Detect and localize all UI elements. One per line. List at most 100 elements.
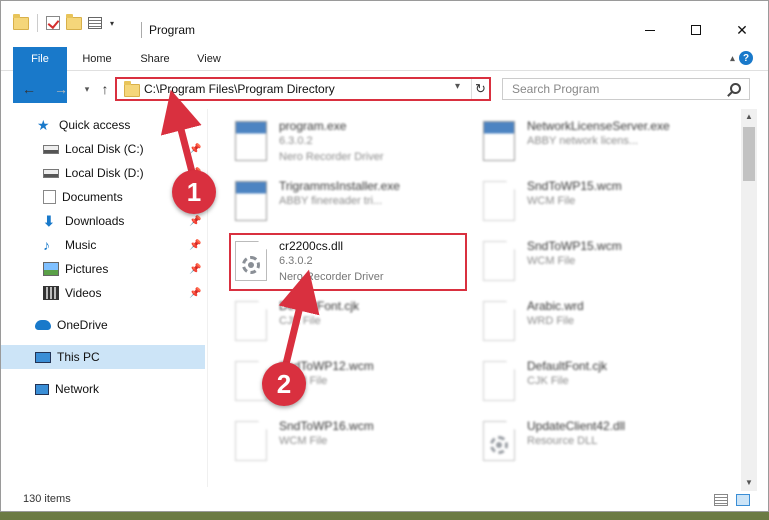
folder-icon[interactable] <box>13 13 29 30</box>
sidebar-item-network[interactable]: Network <box>1 377 205 401</box>
refresh-icon[interactable]: ↻ <box>471 79 489 99</box>
document-icon <box>235 301 267 341</box>
forward-arrow-icon[interactable]: → <box>51 79 71 99</box>
address-folder-icon <box>124 81 140 97</box>
file-description: Nero Recorder Driver <box>279 151 384 163</box>
up-arrow-icon[interactable]: ↑ <box>95 79 115 99</box>
scroll-down-arrow-icon[interactable]: ▼ <box>741 475 757 491</box>
sidebar-item-local-disk-c[interactable]: Local Disk (C:) 📌 <box>1 137 205 161</box>
maximize-button[interactable] <box>673 15 719 45</box>
sidebar-item-label: Documents <box>62 190 123 204</box>
vertical-scrollbar[interactable]: ▲ ▼ <box>741 109 757 491</box>
pin-icon: 📌 <box>189 263 202 275</box>
recent-locations-chevron-icon[interactable]: ▾ <box>77 79 97 99</box>
title-divider <box>141 22 142 38</box>
properties-check-icon[interactable] <box>46 16 60 30</box>
sidebar-item-quick-access[interactable]: ★ Quick access <box>1 113 205 137</box>
sidebar-item-label: Videos <box>65 286 102 300</box>
tab-share[interactable]: Share <box>129 47 181 71</box>
details-view-icon[interactable] <box>714 494 728 506</box>
customize-toolbar-dropdown-icon[interactable]: ▾ <box>108 19 116 28</box>
large-icons-view-icon[interactable] <box>736 494 750 506</box>
navigation-pane: ★ Quick access Local Disk (C:) 📌 Local D… <box>1 109 207 489</box>
tab-view[interactable]: View <box>185 47 233 71</box>
tab-home[interactable]: Home <box>71 47 123 71</box>
file-type: CJK File <box>279 315 321 327</box>
sidebar-item-label: Quick access <box>59 118 131 132</box>
music-icon: ♪ <box>43 237 50 253</box>
file-type: WCM File <box>527 255 576 267</box>
document-icon <box>483 301 515 341</box>
properties-icon[interactable] <box>88 17 102 29</box>
sidebar-item-label: Downloads <box>65 214 125 228</box>
file-item[interactable]: NetworkLicenseServer.exe ABBY network li… <box>459 113 699 169</box>
ribbon-tabs: File Home Share View ▾ ? <box>1 47 768 103</box>
file-name: Arabic.wrd <box>527 299 584 313</box>
file-item[interactable]: SndToWP16.wcm WCM File <box>211 413 451 469</box>
pictures-icon <box>43 262 59 276</box>
address-path[interactable]: C:\Program Files\Program Directory <box>144 82 335 96</box>
scrollbar-thumb[interactable] <box>743 127 755 181</box>
file-item[interactable]: DefaultFont.cjk CJK File <box>211 293 451 349</box>
expand-ribbon-chevron-icon[interactable]: ▾ <box>719 51 735 67</box>
file-name: DefaultFont.cjk <box>527 359 608 373</box>
search-icon[interactable] <box>730 83 741 94</box>
sidebar-item-label: This PC <box>57 350 100 364</box>
file-name: SndToWP15.wcm <box>527 239 622 253</box>
document-icon <box>235 421 267 461</box>
sidebar-item-label: Pictures <box>65 262 109 276</box>
star-icon: ★ <box>37 117 50 133</box>
sidebar-item-pictures[interactable]: Pictures 📌 <box>1 257 205 281</box>
file-type: Resource DLL <box>527 435 598 447</box>
sidebar-item-videos[interactable]: Videos 📌 <box>1 281 205 305</box>
file-name: SndToWP16.wcm <box>279 419 374 433</box>
file-item[interactable]: SndToWP15.wcm WCM File <box>459 173 699 229</box>
file-version: 6.3.0.2 <box>279 135 313 147</box>
item-count: 130 items <box>23 493 71 505</box>
file-name: program.exe <box>279 119 347 133</box>
exe-icon <box>483 121 515 161</box>
sidebar-item-label: Local Disk (D:) <box>65 166 144 180</box>
pin-icon: 📌 <box>189 239 202 251</box>
file-item[interactable]: program.exe 6.3.0.2 Nero Recorder Driver <box>211 113 451 169</box>
file-item[interactable]: UpdateClient42.dll Resource DLL <box>459 413 699 469</box>
file-name: UpdateClient42.dll <box>527 419 626 433</box>
scroll-up-arrow-icon[interactable]: ▲ <box>741 109 757 125</box>
file-name: NetworkLicenseServer.exe <box>527 119 670 133</box>
title-bar: ▾ Program ✕ <box>1 1 768 45</box>
close-button[interactable]: ✕ <box>719 15 765 45</box>
file-name: DefaultFont.cjk <box>279 299 360 313</box>
callout-badge-2: 2 <box>262 362 306 406</box>
minimize-button[interactable] <box>627 15 673 45</box>
pin-icon: 📌 <box>189 143 202 155</box>
file-item[interactable]: SndToWP15.wcm WCM File <box>459 233 699 289</box>
back-arrow-icon[interactable]: ← <box>19 79 39 99</box>
pin-icon: 📌 <box>189 215 202 227</box>
address-bar[interactable]: C:\Program Files\Program Directory ▾ ↻ <box>115 77 491 101</box>
network-icon <box>35 383 49 395</box>
window-title: Program <box>149 23 196 37</box>
new-folder-icon[interactable] <box>66 13 82 30</box>
exe-icon <box>235 181 267 221</box>
help-icon[interactable]: ? <box>739 51 753 65</box>
sidebar-item-onedrive[interactable]: OneDrive <box>1 313 205 337</box>
file-description: ABBY network licens... <box>527 135 639 147</box>
documents-icon <box>43 190 56 204</box>
address-dropdown-chevron-icon[interactable]: ▾ <box>455 81 460 92</box>
dll-gear-icon <box>483 421 515 461</box>
sidebar-item-downloads[interactable]: ⬇ Downloads 📌 <box>1 209 205 233</box>
file-item[interactable]: Arabic.wrd WRD File <box>459 293 699 349</box>
close-icon: ✕ <box>736 21 748 38</box>
search-input[interactable]: Search Program <box>502 78 750 100</box>
computer-icon <box>35 351 51 363</box>
sidebar-item-this-pc[interactable]: This PC <box>1 345 205 369</box>
program-exe-icon <box>235 121 267 161</box>
sidebar-item-label: Music <box>65 238 97 252</box>
file-item[interactable]: SndToWP12.wcm WCM File <box>211 353 451 409</box>
file-item[interactable]: DefaultFont.cjk CJK File <box>459 353 699 409</box>
sidebar-item-music[interactable]: ♪ Music 📌 <box>1 233 205 257</box>
toolbar-separator <box>37 14 38 32</box>
file-list: program.exe 6.3.0.2 Nero Recorder Driver… <box>211 109 741 489</box>
file-item[interactable]: TrigrammsInstaller.exe ABBY finereader t… <box>211 173 451 229</box>
file-name: TrigrammsInstaller.exe <box>279 179 400 193</box>
